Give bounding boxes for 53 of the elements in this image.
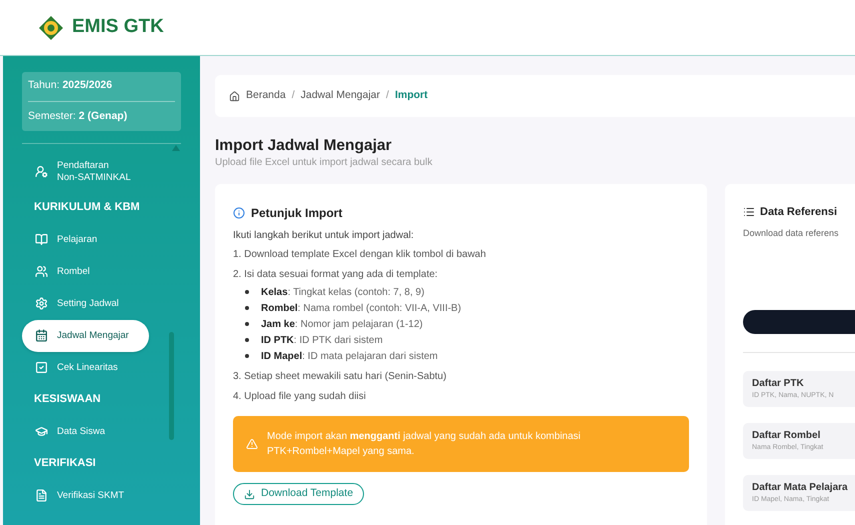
- section-heading: KURIKULUM & KBM: [33, 200, 141, 216]
- sidebar-item[interactable]: Jadwal Mengajar: [22, 320, 149, 352]
- year-text: Tahun: 2025/2026: [28, 78, 175, 102]
- download-template-button[interactable]: Download Template: [233, 483, 364, 505]
- breadcrumb-separator: /: [292, 88, 295, 104]
- graduation-cap-icon: [35, 425, 48, 438]
- calendar-icon: [35, 329, 48, 342]
- breadcrumb-separator: /: [386, 88, 389, 104]
- info-icon: [233, 207, 245, 219]
- reference-item-title: Daftar PTK: [752, 377, 805, 392]
- sidebar-item[interactable]: Verifikasi SKMT: [22, 480, 149, 512]
- checkbox-icon: [35, 361, 48, 374]
- brand-name: EMIS GTK: [72, 15, 164, 40]
- bullet-text: Jam ke: Nomor jam pelajaran (1-12): [261, 318, 423, 332]
- step-text: 4. Upload file yang sudah diisi: [233, 390, 367, 404]
- breadcrumb-link[interactable]: Beranda: [246, 88, 286, 104]
- reference-item-title: Daftar Rombel: [752, 429, 822, 444]
- step-text: 2. Isi data sesuai format yang ada di template:: [233, 268, 439, 282]
- bullet-text: Rombel: Nama rombel (contoh: VII-A, VIII-B): [261, 302, 462, 316]
- download-icon: [244, 488, 255, 500]
- book-icon: [35, 233, 48, 246]
- step-text: 1. Download template Excel dengan klik tombol di bawah: [233, 248, 487, 262]
- section-heading: KESISWAAN: [33, 392, 102, 408]
- sidebar-item[interactable]: Setting Jadwal: [22, 288, 149, 320]
- sidebar-item[interactable]: Rombel: [22, 256, 149, 288]
- breadcrumb-link[interactable]: Jadwal Mengajar: [300, 88, 380, 104]
- alert-text: Mode import akan mengganti jadwal yang sudah ada untuk kombinasi PTK+Rombel+Mapel yang sama.: [267, 430, 582, 459]
- breadcrumb-link[interactable]: Import: [394, 88, 428, 104]
- sidebar-item[interactable]: Cek Linearitas: [22, 352, 149, 384]
- section-heading: VERIFIKASI: [33, 456, 97, 472]
- bullet-text: Kelas: Tingkat kelas (contoh: 7, 8, 9): [261, 286, 424, 300]
- scroll-up-icon: [172, 145, 180, 151]
- card-title: Data Referensi: [760, 205, 838, 220]
- reference-item-title: Daftar Mata Pelajara: [752, 481, 849, 496]
- home-icon: [229, 90, 240, 102]
- sidebar-item[interactable]: Pendaftaran Non-SATMINKAL: [22, 152, 149, 192]
- step-text: 3. Setiap sheet mewakili satu hari (Senin-Sabtu): [233, 370, 448, 384]
- reference-subtitle: Download data referens: [743, 226, 840, 240]
- sidebar-item[interactable]: Pelajaran: [22, 224, 149, 256]
- page-subtitle: Upload file Excel untuk import jadwal secara bulk: [215, 156, 434, 169]
- pill-button[interactable]: [743, 310, 855, 334]
- document-icon: [35, 489, 48, 502]
- semester-text: Semester: 2 (Genap): [28, 108, 128, 124]
- warning-icon: [246, 438, 258, 450]
- settings-icon: [35, 297, 48, 310]
- users-icon: [35, 265, 48, 278]
- logo-icon: [38, 14, 64, 40]
- intro-text: Ikuti langkah berikut untuk import jadwal:: [233, 229, 415, 243]
- page-title: Import Jadwal Mengajar: [215, 136, 393, 156]
- sidebar-item[interactable]: Data Siswa: [22, 416, 149, 448]
- bullet-text: ID Mapel: ID mata pelajaran dari sistem: [261, 350, 438, 364]
- bullet-text: ID PTK: ID PTK dari sistem: [261, 334, 383, 348]
- card-title: Petunjuk Import: [251, 205, 342, 222]
